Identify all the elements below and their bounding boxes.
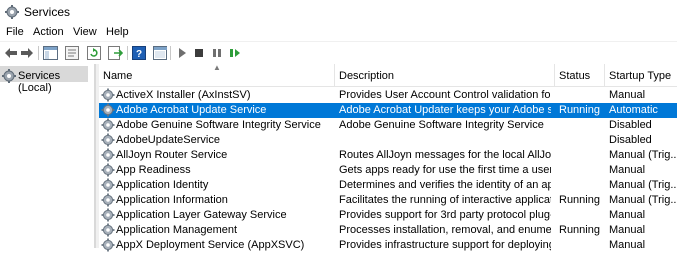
service-description: Facilitates the running of interactive a… bbox=[339, 194, 551, 206]
service-startup-type: Automatic bbox=[609, 104, 658, 116]
service-gear-icon bbox=[101, 193, 115, 207]
toolbar: ? bbox=[0, 41, 677, 64]
table-row[interactable]: AllJoyn Router Service Routes AllJoyn mes… bbox=[99, 148, 677, 163]
menu-bar: File Action View Help bbox=[0, 24, 677, 41]
menu-file[interactable]: File bbox=[6, 26, 24, 38]
table-row[interactable]: Adobe Genuine Software Integrity Service… bbox=[99, 118, 677, 133]
table-row[interactable]: Adobe Acrobat Update Service Adobe Acroba… bbox=[99, 103, 677, 118]
service-name: Adobe Genuine Software Integrity Service bbox=[116, 119, 321, 131]
tree-item-services-local[interactable]: Services (Local) bbox=[0, 66, 88, 94]
export-list-icon[interactable] bbox=[107, 45, 123, 61]
menu-action[interactable]: Action bbox=[33, 26, 64, 38]
table-row[interactable]: App Readiness Gets apps ready for use the… bbox=[99, 163, 677, 178]
service-gear-icon bbox=[101, 178, 115, 192]
service-gear-icon bbox=[101, 88, 115, 102]
back-arrow-icon[interactable] bbox=[3, 45, 19, 61]
table-row[interactable]: AppX Deployment Service (AppXSVC) Provide… bbox=[99, 238, 677, 253]
refresh-icon[interactable] bbox=[86, 45, 102, 61]
forward-arrow-icon[interactable] bbox=[19, 45, 35, 61]
services-gear-icon bbox=[5, 5, 19, 19]
service-name: Application Management bbox=[116, 224, 238, 236]
service-name: Application Identity bbox=[116, 179, 209, 191]
tree-item-label: Services (Local) bbox=[18, 70, 61, 94]
start-service-icon[interactable] bbox=[174, 45, 190, 61]
service-startup-type: Manual (Trig... bbox=[609, 149, 677, 161]
service-gear-icon bbox=[101, 103, 115, 117]
table-row[interactable]: Application Layer Gateway Service Provide… bbox=[99, 208, 677, 223]
help-icon[interactable]: ? bbox=[131, 45, 147, 61]
service-startup-type: Manual bbox=[609, 164, 646, 176]
column-header-startup-type[interactable]: Startup Type bbox=[609, 70, 671, 82]
column-header-description[interactable]: Description bbox=[339, 70, 394, 82]
table-row[interactable]: Application Identity Determines and verif… bbox=[99, 178, 677, 193]
service-name: Adobe Acrobat Update Service bbox=[116, 104, 267, 116]
table-row[interactable]: Application Management Processes installa… bbox=[99, 223, 677, 238]
sort-ascending-icon: ▲ bbox=[213, 63, 221, 72]
service-description: Routes AllJoyn messages for the local Al… bbox=[339, 149, 551, 161]
service-startup-type: Disabled bbox=[609, 134, 652, 146]
stop-service-icon[interactable] bbox=[191, 45, 207, 61]
console-tree: Services (Local) bbox=[0, 64, 95, 248]
pause-service-icon[interactable] bbox=[209, 45, 225, 61]
console-icon[interactable] bbox=[152, 45, 168, 61]
service-description: Adobe Genuine Software Integrity Service bbox=[339, 119, 544, 131]
properties-icon[interactable] bbox=[64, 45, 80, 61]
service-startup-type: Manual bbox=[609, 89, 646, 101]
service-name: ActiveX Installer (AxInstSV) bbox=[116, 89, 251, 101]
service-description: Gets apps ready for use the first time a… bbox=[339, 164, 551, 176]
service-gear-icon bbox=[101, 118, 115, 132]
title-bar: Services bbox=[0, 0, 677, 24]
service-description: Provides infrastructure support for depl… bbox=[339, 239, 551, 251]
service-gear-icon bbox=[101, 238, 115, 252]
service-startup-type: Disabled bbox=[609, 119, 652, 131]
restart-service-icon[interactable] bbox=[227, 45, 243, 61]
service-status: Running bbox=[559, 194, 600, 206]
service-name: AppX Deployment Service (AppXSVC) bbox=[116, 239, 305, 251]
service-name: AdobeUpdateService bbox=[116, 134, 220, 146]
service-startup-type: Manual (Trig... bbox=[609, 194, 677, 206]
service-description: Adobe Acrobat Updater keeps your Adobe s… bbox=[339, 104, 551, 116]
service-name: Application Layer Gateway Service bbox=[116, 209, 287, 221]
service-startup-type: Manual bbox=[609, 239, 646, 251]
service-gear-icon bbox=[101, 133, 115, 147]
table-row[interactable]: AdobeUpdateService Disabled bbox=[99, 133, 677, 148]
services-list: ▲ Name Description Status Startup Type A… bbox=[99, 63, 677, 252]
service-gear-icon bbox=[101, 208, 115, 222]
service-status: Running bbox=[559, 104, 600, 116]
service-gear-icon bbox=[101, 163, 115, 177]
column-header-status[interactable]: Status bbox=[559, 70, 590, 82]
services-gear-icon bbox=[2, 69, 16, 83]
menu-view[interactable]: View bbox=[73, 26, 97, 38]
service-name: Application Information bbox=[116, 194, 228, 206]
window-title: Services bbox=[24, 5, 71, 19]
service-status: Running bbox=[559, 224, 600, 236]
table-row[interactable]: ActiveX Installer (AxInstSV) Provides Use… bbox=[99, 88, 677, 103]
show-hide-console-tree-icon[interactable] bbox=[42, 45, 58, 61]
service-description: Provides support for 3rd party protocol … bbox=[339, 209, 551, 221]
service-description: Provides User Account Control validation… bbox=[339, 89, 551, 101]
service-startup-type: Manual bbox=[609, 224, 646, 236]
list-header: ▲ Name Description Status Startup Type bbox=[99, 63, 677, 87]
table-row[interactable]: Application Information Facilitates the r… bbox=[99, 193, 677, 208]
service-description: Processes installation, removal, and enu… bbox=[339, 224, 551, 236]
column-header-name[interactable]: Name bbox=[103, 70, 132, 82]
menu-help[interactable]: Help bbox=[106, 26, 129, 38]
service-gear-icon bbox=[101, 148, 115, 162]
service-gear-icon bbox=[101, 223, 115, 237]
service-name: AllJoyn Router Service bbox=[116, 149, 228, 161]
service-name: App Readiness bbox=[116, 164, 191, 176]
service-startup-type: Manual (Trig... bbox=[609, 179, 677, 191]
service-startup-type: Manual bbox=[609, 209, 646, 221]
service-description: Determines and verifies the identity of … bbox=[339, 179, 551, 191]
svg-text:?: ? bbox=[136, 49, 142, 60]
